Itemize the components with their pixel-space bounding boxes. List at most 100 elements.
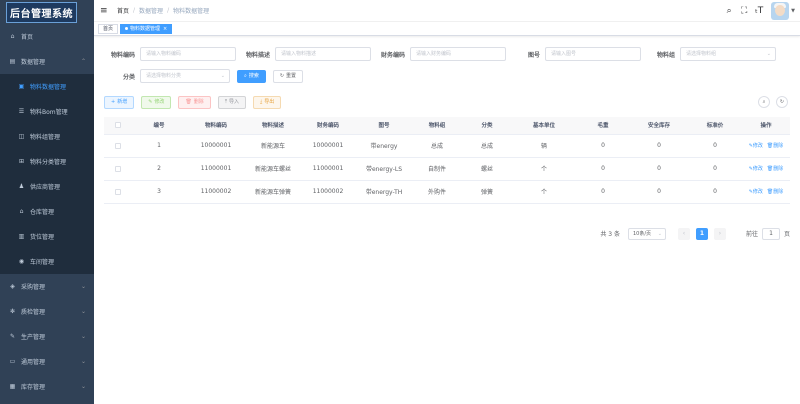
next-page-button[interactable]: › xyxy=(713,227,726,240)
table-cell: 2 xyxy=(132,157,186,181)
table-cell: 新能源车螺丝 xyxy=(246,157,300,181)
add-button[interactable]: + 新增 xyxy=(104,96,135,109)
filter-category: 分类 请选择物料分类 ⌄ xyxy=(104,69,230,83)
filter-label: 图号 xyxy=(527,51,540,59)
table-cell: 11000002 xyxy=(300,180,356,204)
breadcrumb-home[interactable]: 首页 xyxy=(117,6,129,15)
button-label: 搜索 xyxy=(248,72,259,79)
sidebar-item-general[interactable]: ▭ 通用管理 ⌄ xyxy=(0,349,94,374)
sidebar-item-label: 数据管理 xyxy=(21,59,46,66)
table-cell: 新能源车弹簧 xyxy=(246,180,300,204)
goto-page-input[interactable]: 1 xyxy=(761,227,780,240)
row-edit-link[interactable]: ✎修改 xyxy=(749,189,763,195)
table-cell: 个 xyxy=(512,157,576,181)
column-header: 物料编码 xyxy=(186,117,246,135)
actions-cell: ✎修改 🗑删除 xyxy=(742,134,790,158)
table-row[interactable]: 2 11000001 新能源车螺丝 11000001 带energy-LS 自制… xyxy=(104,157,790,181)
sidebar-item-material-group[interactable]: ◫ 物料组管理 xyxy=(0,124,94,149)
table-cell: 11000001 xyxy=(186,157,246,181)
export-button[interactable]: ⤓ 导出 xyxy=(253,96,282,109)
material-code-input[interactable]: 请输入物料编码 xyxy=(140,47,236,61)
plus-icon: + xyxy=(111,99,116,105)
sidebar-item-label: 物料数据管理 xyxy=(30,84,67,91)
refresh-icon[interactable]: ↻ xyxy=(776,96,788,108)
table-row[interactable]: 1 10000001 新能源车 10000001 带energy 总成 总成 辆… xyxy=(104,134,790,158)
column-header: 安全库存 xyxy=(630,117,688,135)
chevron-down-icon: ⌄ xyxy=(80,358,86,365)
button-label: 新增 xyxy=(117,99,128,105)
column-header: 操作 xyxy=(742,117,790,135)
search-button[interactable]: ⌕ 搜索 xyxy=(237,69,266,83)
sidebar-item-quality[interactable]: ✻ 质检管理 ⌄ xyxy=(0,299,94,324)
font-size-icon[interactable]: ₜT xyxy=(753,6,765,16)
upload-icon: ⤒ xyxy=(224,99,228,105)
column-header: 物料组 xyxy=(412,117,462,135)
table-cell: 螺丝 xyxy=(462,157,512,181)
sidebar-item-material-bom[interactable]: ☰ 物料Bom管理 xyxy=(0,99,94,124)
table-cell: 0 xyxy=(630,134,688,158)
category-select[interactable]: 请选择物料分类 ⌄ xyxy=(140,69,230,83)
chevron-down-icon: ⌄ xyxy=(80,308,86,315)
sidebar-item-material-category[interactable]: ⊞ 物料分类管理 xyxy=(0,149,94,174)
tag-label: 首页 xyxy=(103,25,114,32)
toggle-search-icon[interactable]: ⌕ xyxy=(758,96,770,108)
tag-material-data[interactable]: 物料数据管理 × xyxy=(120,23,173,34)
row-delete-link[interactable]: 🗑删除 xyxy=(767,166,783,172)
sidebar-item-inventory[interactable]: ▦ 库存管理 ⌄ xyxy=(0,374,94,399)
finance-code-input[interactable]: 请输入财务编码 xyxy=(410,47,506,61)
row-edit-link[interactable]: ✎修改 xyxy=(749,143,763,149)
hamburger-icon[interactable]: ≡ xyxy=(100,6,109,15)
table-row[interactable]: 3 11000002 新能源车弹簧 11000002 带energy-TH 外购… xyxy=(104,180,790,204)
close-icon[interactable]: × xyxy=(163,26,167,32)
breadcrumb-current: 物料数据管理 xyxy=(173,8,210,15)
pagination-total: 共 3 条 xyxy=(600,231,620,238)
sidebar-item-label: 库存管理 xyxy=(21,384,46,391)
page-size-select[interactable]: 10条/页 ⌄ xyxy=(627,227,666,240)
logo[interactable]: 后台管理系统 xyxy=(0,0,94,24)
column-header: 标准价 xyxy=(688,117,742,135)
sidebar-item-location[interactable]: ▥ 货位管理 xyxy=(0,224,94,249)
sidebar-item-purchase[interactable]: ◈ 采购管理 ⌄ xyxy=(0,274,94,299)
column-header: 分类 xyxy=(462,117,512,135)
prev-page-button[interactable]: ‹ xyxy=(677,227,690,240)
row-delete-link[interactable]: 🗑删除 xyxy=(767,143,783,149)
avatar[interactable] xyxy=(771,2,790,20)
fullscreen-icon[interactable]: ⛶ xyxy=(738,6,750,16)
table-cell: 自制件 xyxy=(412,157,462,181)
tag-home[interactable]: 首页 xyxy=(98,23,119,34)
button-label: 导入 xyxy=(229,99,240,105)
edit-button[interactable]: ✎ 修改 xyxy=(141,96,172,109)
row-checkbox[interactable] xyxy=(115,188,121,195)
import-button[interactable]: ⤒ 导入 xyxy=(217,96,247,109)
row-delete-link[interactable]: 🗑删除 xyxy=(767,189,783,195)
row-edit-link[interactable]: ✎修改 xyxy=(749,166,763,172)
sidebar-item-home[interactable]: ⌂ 首页 xyxy=(0,24,94,49)
material-group-select[interactable]: 请选择物料组 ⌄ xyxy=(680,47,776,61)
sidebar-item-warehouse[interactable]: ⌂ 仓库管理 xyxy=(0,199,94,224)
page-number-current[interactable]: 1 xyxy=(695,227,708,240)
sidebar-item-data[interactable]: ▤ 数据管理 ⌃ xyxy=(0,49,94,74)
row-checkbox[interactable] xyxy=(115,142,121,149)
reset-button[interactable]: ↻ 重置 xyxy=(272,69,304,83)
sidebar-item-material-data[interactable]: ▣ 物料数据管理 xyxy=(0,74,94,99)
drawing-no-input[interactable]: 请输入图号 xyxy=(545,47,641,61)
navbar-right: ⌕ ⛶ ₜT ▼ xyxy=(720,0,795,22)
sidebar-item-supplier[interactable]: ♟ 供应商管理 xyxy=(0,174,94,199)
select-all-checkbox[interactable] xyxy=(115,122,121,128)
sidebar-item-workshop[interactable]: ◉ 车间管理 xyxy=(0,249,94,274)
table-cell: 10000001 xyxy=(300,134,356,158)
people-icon: ♟ xyxy=(18,183,25,190)
table-cell: 11000001 xyxy=(300,157,356,181)
material-desc-input[interactable]: 请输入物料描述 xyxy=(275,47,371,61)
row-checkbox[interactable] xyxy=(115,165,121,172)
sidebar-item-label: 通用管理 xyxy=(21,359,46,366)
caret-down-icon[interactable]: ▼ xyxy=(791,8,795,14)
content: 物料编码 请输入物料编码 物料描述 请输入物料描述 财务编码 请输入财务编码 图… xyxy=(94,36,800,241)
delete-button[interactable]: 🗑 删除 xyxy=(178,96,211,109)
search-icon[interactable]: ⌕ xyxy=(723,6,735,16)
download-icon: ⤓ xyxy=(260,99,263,105)
sidebar-item-production[interactable]: ✎ 生产管理 ⌄ xyxy=(0,324,94,349)
link-label: 修改 xyxy=(752,143,763,149)
table-cell: 0 xyxy=(688,157,742,181)
filter-label: 财务编码 xyxy=(380,51,405,59)
